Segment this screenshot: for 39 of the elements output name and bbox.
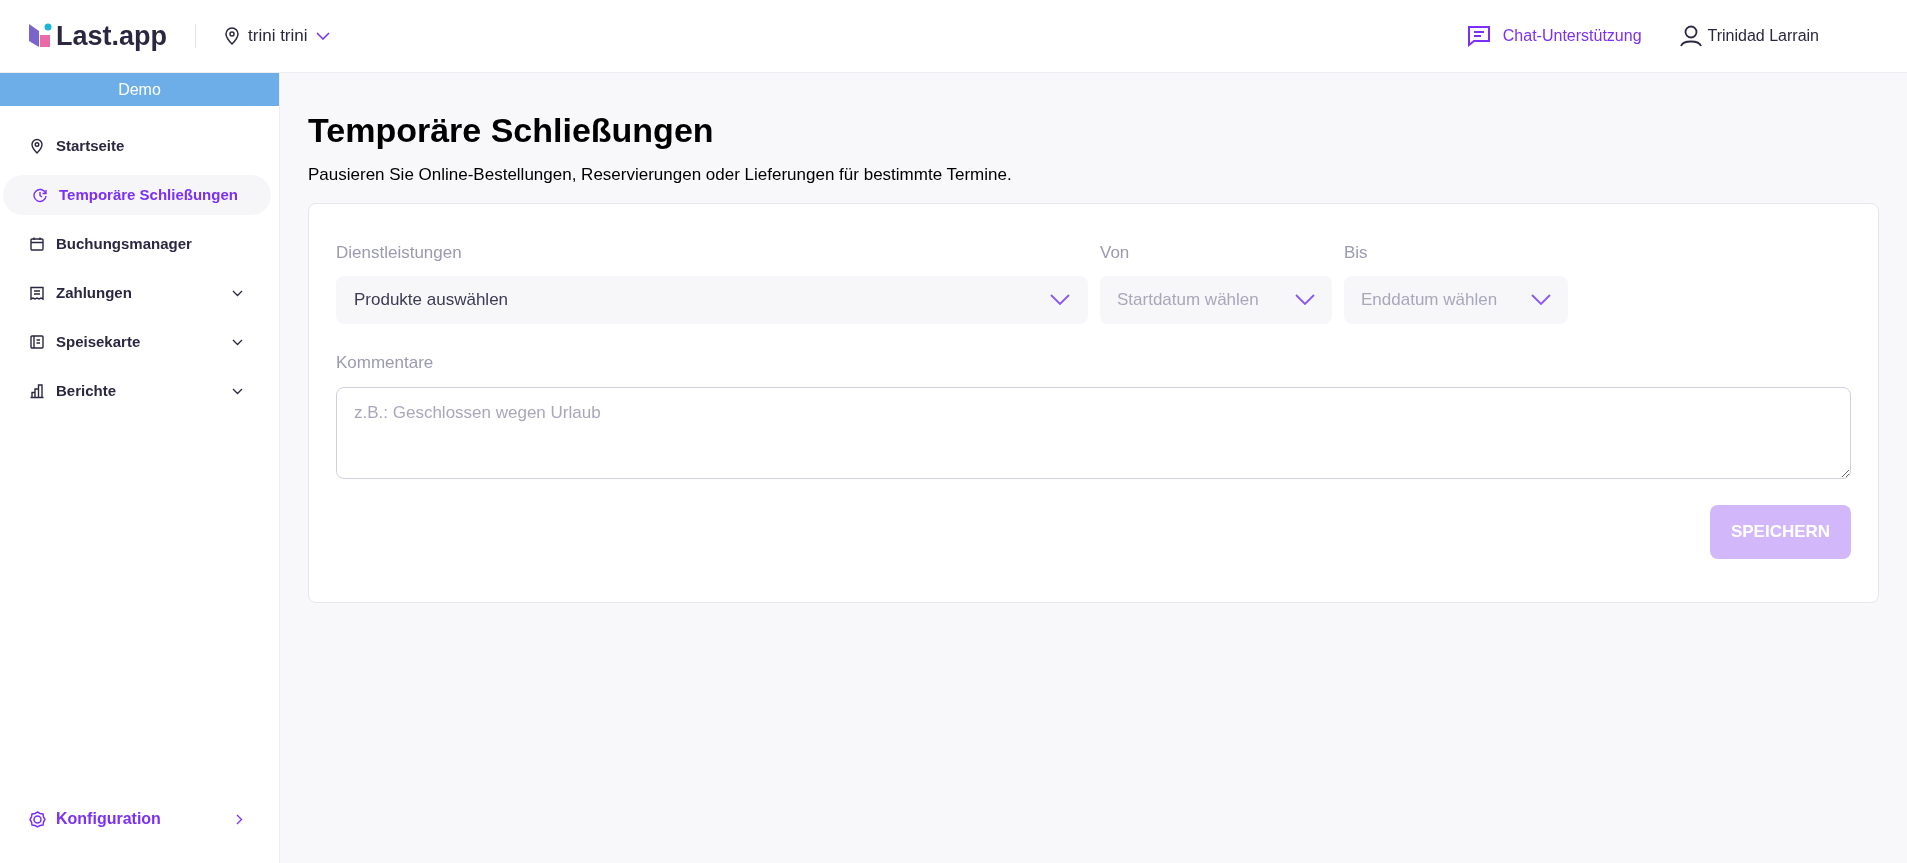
user-menu[interactable]: Trinidad Larrain <box>1679 24 1819 48</box>
field-label: Von <box>1100 242 1131 264</box>
chat-icon <box>1466 25 1491 47</box>
logo-icon <box>28 23 54 49</box>
field-label: Bis <box>1344 242 1369 264</box>
sidebar-item[interactable]: Speisekarte <box>0 322 271 362</box>
clock-icon <box>32 187 48 203</box>
field-label: Kommentare <box>336 351 435 374</box>
sidebar-item[interactable]: Startseite <box>0 126 271 166</box>
chat-support-link[interactable]: Chat-Unterstützung <box>1466 24 1642 48</box>
chevron-right-icon <box>236 813 243 825</box>
pin-icon <box>29 138 45 154</box>
chevron-down-icon <box>1531 294 1551 305</box>
bar-chart-icon <box>29 383 45 399</box>
chevron-down-icon <box>232 289 243 297</box>
sidebar-item[interactable]: Buchungsmanager <box>0 224 271 264</box>
comment-field[interactable]: z.B.: Geschlossen wegen Urlaub <box>336 387 1851 479</box>
page-title: Temporäre Schließungen <box>308 110 715 151</box>
chevron-down-icon <box>232 387 243 395</box>
chevron-down-icon <box>1050 294 1070 305</box>
field-label: Dienstleistungen <box>336 242 463 264</box>
chevron-down-icon <box>232 338 243 346</box>
logo-text: Last.app <box>56 19 168 53</box>
sidebar-item[interactable]: Temporäre Schließungen <box>3 175 271 215</box>
demo-banner: Demo <box>0 73 279 106</box>
chevron-down-icon <box>315 32 330 40</box>
services-select[interactable]: Produkte auswählen <box>336 275 1088 324</box>
location-selector[interactable]: trini trini <box>224 23 330 49</box>
sidebar-item[interactable]: Konfiguration <box>0 799 279 839</box>
settings-icon <box>29 810 46 828</box>
receipt-icon <box>29 285 45 301</box>
menu-book-icon <box>29 334 45 350</box>
pin-icon <box>224 27 241 45</box>
chevron-down-icon <box>1295 294 1315 305</box>
sidebar-item[interactable]: Berichte <box>0 371 271 411</box>
user-icon <box>1679 25 1702 47</box>
page-subtitle: Pausieren Sie Online-Bestellungen, Reservierungen oder Lieferungen für bestimmte Termine. <box>308 163 1013 186</box>
sidebar-item[interactable]: Zahlungen <box>0 273 271 313</box>
calendar-icon <box>29 236 45 252</box>
